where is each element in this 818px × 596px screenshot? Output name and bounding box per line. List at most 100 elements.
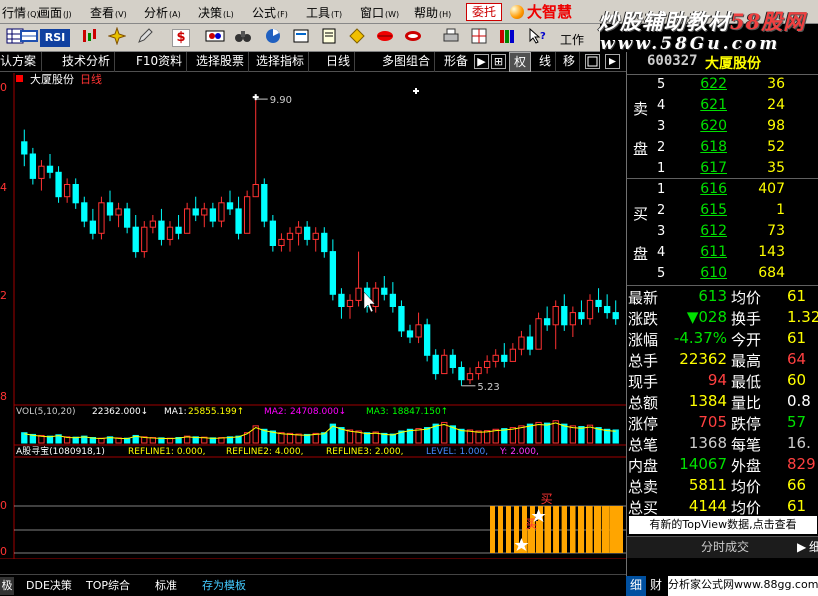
diamond-icon[interactable]	[346, 27, 368, 49]
ask-row[interactable]: 1 617 35	[627, 159, 818, 180]
info-icon[interactable]	[290, 27, 312, 49]
ask-row[interactable]: 3 620 98	[627, 117, 818, 138]
order-price[interactable]: 610	[687, 265, 727, 281]
help-pointer-icon[interactable]: ?	[526, 27, 548, 49]
layout-icon[interactable]	[468, 27, 490, 49]
books-icon[interactable]	[496, 27, 518, 49]
tab-rights[interactable]: 权	[509, 52, 532, 72]
candle-body	[63, 184, 71, 198]
order-price[interactable]: 616	[687, 181, 727, 197]
rsi-button[interactable]: RSI	[40, 29, 70, 47]
order-price[interactable]: 611	[687, 244, 727, 260]
stat-value: 1368	[688, 434, 727, 452]
chart-stock-name: 大厦股份	[30, 73, 74, 86]
volume-bar	[543, 422, 551, 444]
candle-body	[38, 165, 45, 179]
print-icon[interactable]	[440, 27, 462, 49]
pencil-icon[interactable]	[134, 27, 156, 49]
menu-formula[interactable]: 公式(F)	[252, 4, 288, 21]
menu-analysis[interactable]: 分析(A)	[144, 4, 181, 21]
indicator-ref3: REFLINE3: 2.000,	[326, 447, 403, 457]
bid-row[interactable]: 1 616 407	[627, 180, 818, 201]
candle-body	[175, 226, 182, 234]
lips-icon[interactable]	[374, 27, 396, 49]
status-tab-top[interactable]: TOP综合	[86, 577, 130, 595]
finance-icon[interactable]: $	[172, 29, 190, 47]
order-tab[interactable]: 委托	[466, 3, 502, 21]
chart-compare-icon[interactable]	[204, 27, 226, 49]
tab-f10[interactable]: F10资料	[132, 52, 188, 72]
workflow-button[interactable]: 工作	[560, 31, 584, 48]
tab-form[interactable]: 形备	[440, 52, 472, 72]
play-button[interactable]: ▶	[474, 54, 489, 69]
tab-line[interactable]: 线	[535, 52, 557, 72]
restore-button[interactable]	[605, 54, 620, 69]
order-price[interactable]: 615	[687, 202, 727, 218]
bid-row[interactable]: 2 615 1	[627, 201, 818, 222]
order-price[interactable]: 621	[687, 97, 727, 113]
menu-window[interactable]: 窗口(W)	[360, 4, 399, 21]
status-tab-1[interactable]: 极	[0, 577, 14, 595]
arrow-right-icon[interactable]: ▶	[797, 537, 806, 557]
order-price[interactable]: 622	[687, 76, 727, 92]
tab-period[interactable]: 日线	[322, 52, 356, 72]
stat-row: 总额 1384 量比 0.8	[627, 391, 818, 412]
order-price[interactable]: 618	[687, 139, 727, 155]
ask-row[interactable]: 5 622 36	[627, 75, 818, 96]
tab-detail[interactable]: 细	[626, 576, 646, 596]
kline-chart[interactable]: 大厦股份 日线 0 4 2 8 9.90 5.23 VOL(5,10,20) 22362.000↓…	[0, 73, 626, 559]
order-price[interactable]: 617	[687, 160, 727, 176]
kline-icon[interactable]	[78, 27, 100, 49]
stat-label: 总手	[628, 352, 659, 370]
tab-move[interactable]: 移	[559, 52, 581, 72]
status-tab-standard[interactable]: 标准	[155, 577, 177, 595]
menu-screen[interactable]: 画面(J)	[38, 4, 72, 21]
bid-row[interactable]: 3 612 73	[627, 222, 818, 243]
candle-body	[475, 367, 482, 375]
topview-notice[interactable]: 有新的TopView数据,点击查看	[629, 516, 817, 534]
chat-icon[interactable]	[402, 27, 424, 49]
order-price[interactable]: 620	[687, 118, 727, 134]
candle-body	[269, 220, 277, 247]
stat-label: 每笔	[731, 436, 762, 454]
radar-icon[interactable]	[262, 27, 284, 49]
crosshair-icon[interactable]	[106, 26, 128, 49]
menu-help[interactable]: 帮助(H)	[414, 4, 451, 21]
candle-body	[561, 306, 568, 326]
candle-body	[603, 306, 611, 314]
toolbar: RSI $ ? 工作	[0, 24, 600, 52]
ask-row[interactable]: 4 621 24	[627, 96, 818, 117]
tab-finance[interactable]: 财	[646, 576, 666, 596]
ask-row[interactable]: 2 618 52	[627, 138, 818, 159]
grid-button[interactable]: ⊞	[491, 54, 506, 69]
price-tick: 8	[0, 390, 7, 403]
menu-quote[interactable]: 行情(Q)	[2, 4, 40, 21]
table-icon[interactable]	[18, 27, 40, 49]
order-level: 4	[657, 98, 666, 113]
candle-body	[115, 208, 122, 216]
indicator-ref2: REFLINE2: 4.000,	[226, 447, 303, 457]
tab-multi-chart[interactable]: 多图组合	[378, 52, 436, 72]
indicator-y: Y: 2.000,	[499, 447, 539, 457]
bid-row[interactable]: 4 611 143	[627, 243, 818, 264]
order-volume: 52	[767, 139, 785, 155]
extra-tab[interactable]: 细	[809, 537, 818, 557]
tab-tech-analysis[interactable]: 技术分析	[58, 52, 116, 72]
tab-scheme[interactable]: 认方案	[0, 52, 42, 72]
status-tab-save-template[interactable]: 存为模板	[202, 577, 246, 595]
menu-tools[interactable]: 工具(T)	[306, 4, 342, 21]
tab-select-stock[interactable]: 选择股票	[192, 52, 250, 72]
tab-select-indicator[interactable]: 选择指标	[252, 52, 310, 72]
order-volume: 407	[758, 181, 785, 197]
bid-row[interactable]: 5 610 684	[627, 264, 818, 285]
candle-body	[423, 324, 431, 356]
menu-view[interactable]: 查看(V)	[90, 4, 127, 21]
indicator-name: A股寻宝(1080918,1)	[16, 445, 105, 457]
order-price[interactable]: 612	[687, 223, 727, 239]
binocular-icon[interactable]	[232, 27, 254, 49]
tick-trades-bar[interactable]: 分时成交 ▶ 细	[627, 536, 818, 558]
menu-decision[interactable]: 决策(L)	[198, 4, 234, 21]
minimize-button[interactable]	[585, 54, 600, 69]
status-tab-dde[interactable]: DDE决策	[26, 577, 72, 595]
notes-icon[interactable]	[318, 27, 340, 49]
